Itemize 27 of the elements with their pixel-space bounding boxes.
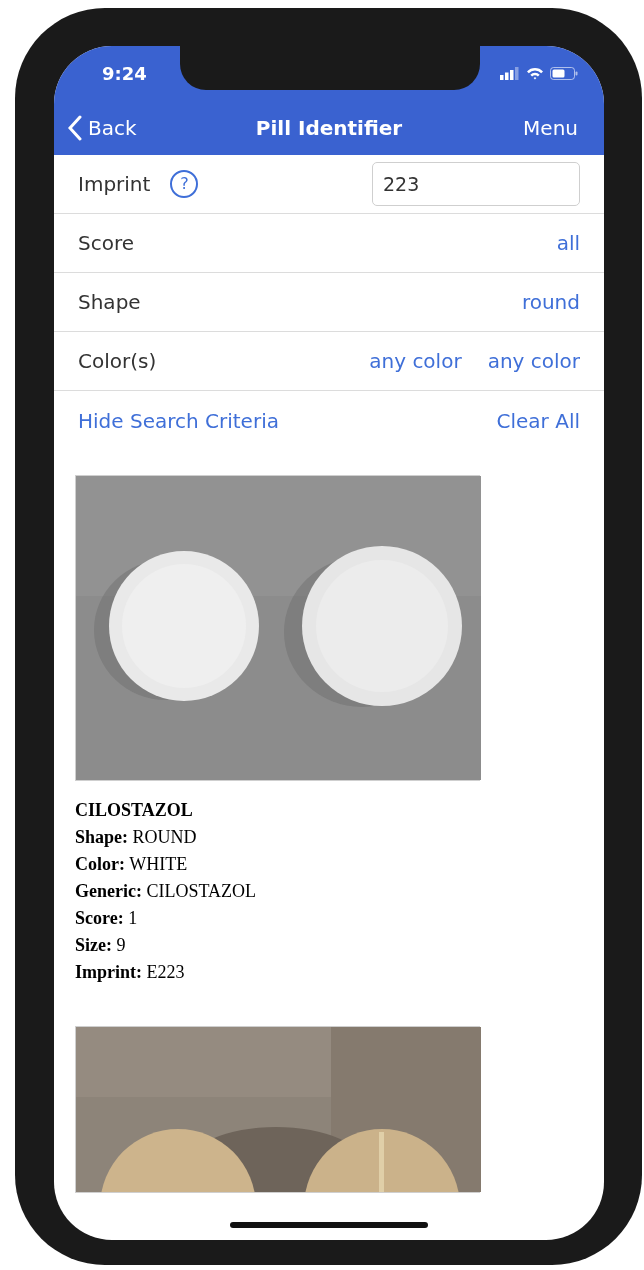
wifi-icon: [526, 66, 544, 80]
battery-icon: [550, 66, 578, 80]
option-link[interactable]: any color: [487, 346, 580, 376]
hide-criteria-link[interactable]: Hide Search Criteria: [78, 406, 279, 436]
imprint-input[interactable]: 223: [372, 162, 580, 206]
signal-icon: [500, 66, 520, 80]
pill-detail: Shape: ROUND: [75, 826, 198, 849]
pill-detail: Score: 1: [75, 907, 139, 930]
pill-detail: Imprint: E223: [75, 961, 186, 984]
clear-all-link[interactable]: Clear All: [496, 406, 580, 436]
chevron-left-icon: [68, 114, 82, 141]
pill-detail: Color: WHITE: [75, 853, 189, 876]
field-label: Score: [78, 230, 134, 257]
pill-detail: Generic: CILOSTAZOL: [75, 880, 257, 903]
option-link[interactable]: any color: [369, 346, 462, 376]
page-title: Pill Identifier: [255, 114, 403, 142]
field-label: Shape: [78, 289, 141, 316]
option-link[interactable]: round: [521, 287, 580, 317]
status-time: 9:24: [102, 61, 147, 86]
pill-detail: Size: 9: [75, 934, 127, 957]
field-label: Imprint: [78, 171, 151, 198]
menu-button[interactable]: Menu: [523, 112, 578, 143]
option-link[interactable]: all: [556, 228, 580, 258]
help-button[interactable]: ?: [170, 170, 199, 198]
pill-name: CILOSTAZOL: [75, 799, 194, 822]
field-label: Color(s): [78, 348, 157, 375]
back-button[interactable]: Back: [68, 112, 137, 143]
